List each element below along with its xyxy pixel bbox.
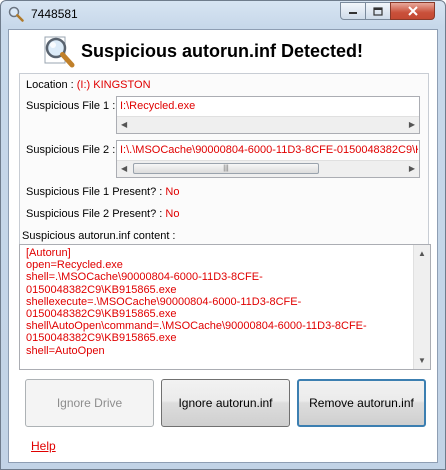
scroll-thumb[interactable]: ||| <box>133 163 319 174</box>
content-scrollbar[interactable]: ▲ ▼ <box>413 245 430 369</box>
remove-autorun-button[interactable]: Remove autorun.inf <box>297 379 426 427</box>
file1-value: I:\Recycled.exe <box>120 100 196 112</box>
minimize-icon <box>349 12 357 14</box>
file1-scrollbar[interactable]: ◀ ▶ <box>117 116 419 133</box>
file2-label: Suspicious File 2 : <box>26 144 116 156</box>
maximize-icon <box>373 6 383 16</box>
title-bar[interactable]: 7448581 <box>1 1 445 29</box>
file1-present-label: Suspicious File 1 Present? : <box>26 186 163 198</box>
file1-present-value: No <box>165 186 180 198</box>
file1-field[interactable]: I:\Recycled.exe ◀ ▶ <box>116 96 420 134</box>
scroll-right-icon[interactable]: ▶ <box>409 120 415 129</box>
autorun-content-box[interactable]: [Autorun] open=Recycled.exe shell=.\MSOC… <box>19 244 431 370</box>
info-panel: Location : (I:) KINGSTON Suspicious File… <box>19 73 429 249</box>
maximize-button[interactable] <box>365 2 391 20</box>
page-title: Suspicious autorun.inf Detected! <box>81 41 364 61</box>
file2-present-value: No <box>165 208 180 220</box>
close-button[interactable] <box>390 2 435 20</box>
ignore-autorun-button[interactable]: Ignore autorun.inf <box>161 379 290 427</box>
file2-present-row: Suspicious File 2 Present? : No <box>26 208 179 220</box>
window-title: 7448581 <box>31 7 78 21</box>
file1-label: Suspicious File 1 : <box>26 100 116 112</box>
app-window: 7448581 Suspicious autorun.inf Detected!… <box>0 0 446 470</box>
content-label: Suspicious autorun.inf content : <box>22 230 176 242</box>
file2-field[interactable]: I:\.\MSOCache\90000804-6000-11D3-8CFE-01… <box>116 140 420 178</box>
location-label: Location : <box>26 79 74 91</box>
magnifier-icon <box>44 36 75 68</box>
location-row: Location : (I:) KINGSTON <box>26 79 151 91</box>
scroll-right-icon[interactable]: ▶ <box>409 164 415 173</box>
autorun-content-text: [Autorun] open=Recycled.exe shell=.\MSOC… <box>26 247 367 357</box>
magnifier-icon <box>8 6 24 22</box>
location-value: (I:) KINGSTON <box>76 79 151 91</box>
file2-scrollbar[interactable]: ◀ ||| ▶ <box>117 160 419 177</box>
help-link[interactable]: Help <box>31 439 56 453</box>
minimize-button[interactable] <box>340 2 366 20</box>
file2-value: I:\.\MSOCache\90000804-6000-11D3-8CFE-01… <box>120 144 418 156</box>
scroll-left-icon[interactable]: ◀ <box>121 164 127 173</box>
dialog-body: Suspicious autorun.inf Detected! Locatio… <box>8 29 438 463</box>
file1-present-row: Suspicious File 1 Present? : No <box>26 186 179 198</box>
scroll-down-icon[interactable]: ▼ <box>418 356 426 365</box>
ignore-drive-button[interactable]: Ignore Drive <box>25 379 154 427</box>
close-icon <box>407 6 418 16</box>
scroll-left-icon[interactable]: ◀ <box>121 120 127 129</box>
file2-present-label: Suspicious File 2 Present? : <box>26 208 163 220</box>
scroll-up-icon[interactable]: ▲ <box>418 249 426 258</box>
